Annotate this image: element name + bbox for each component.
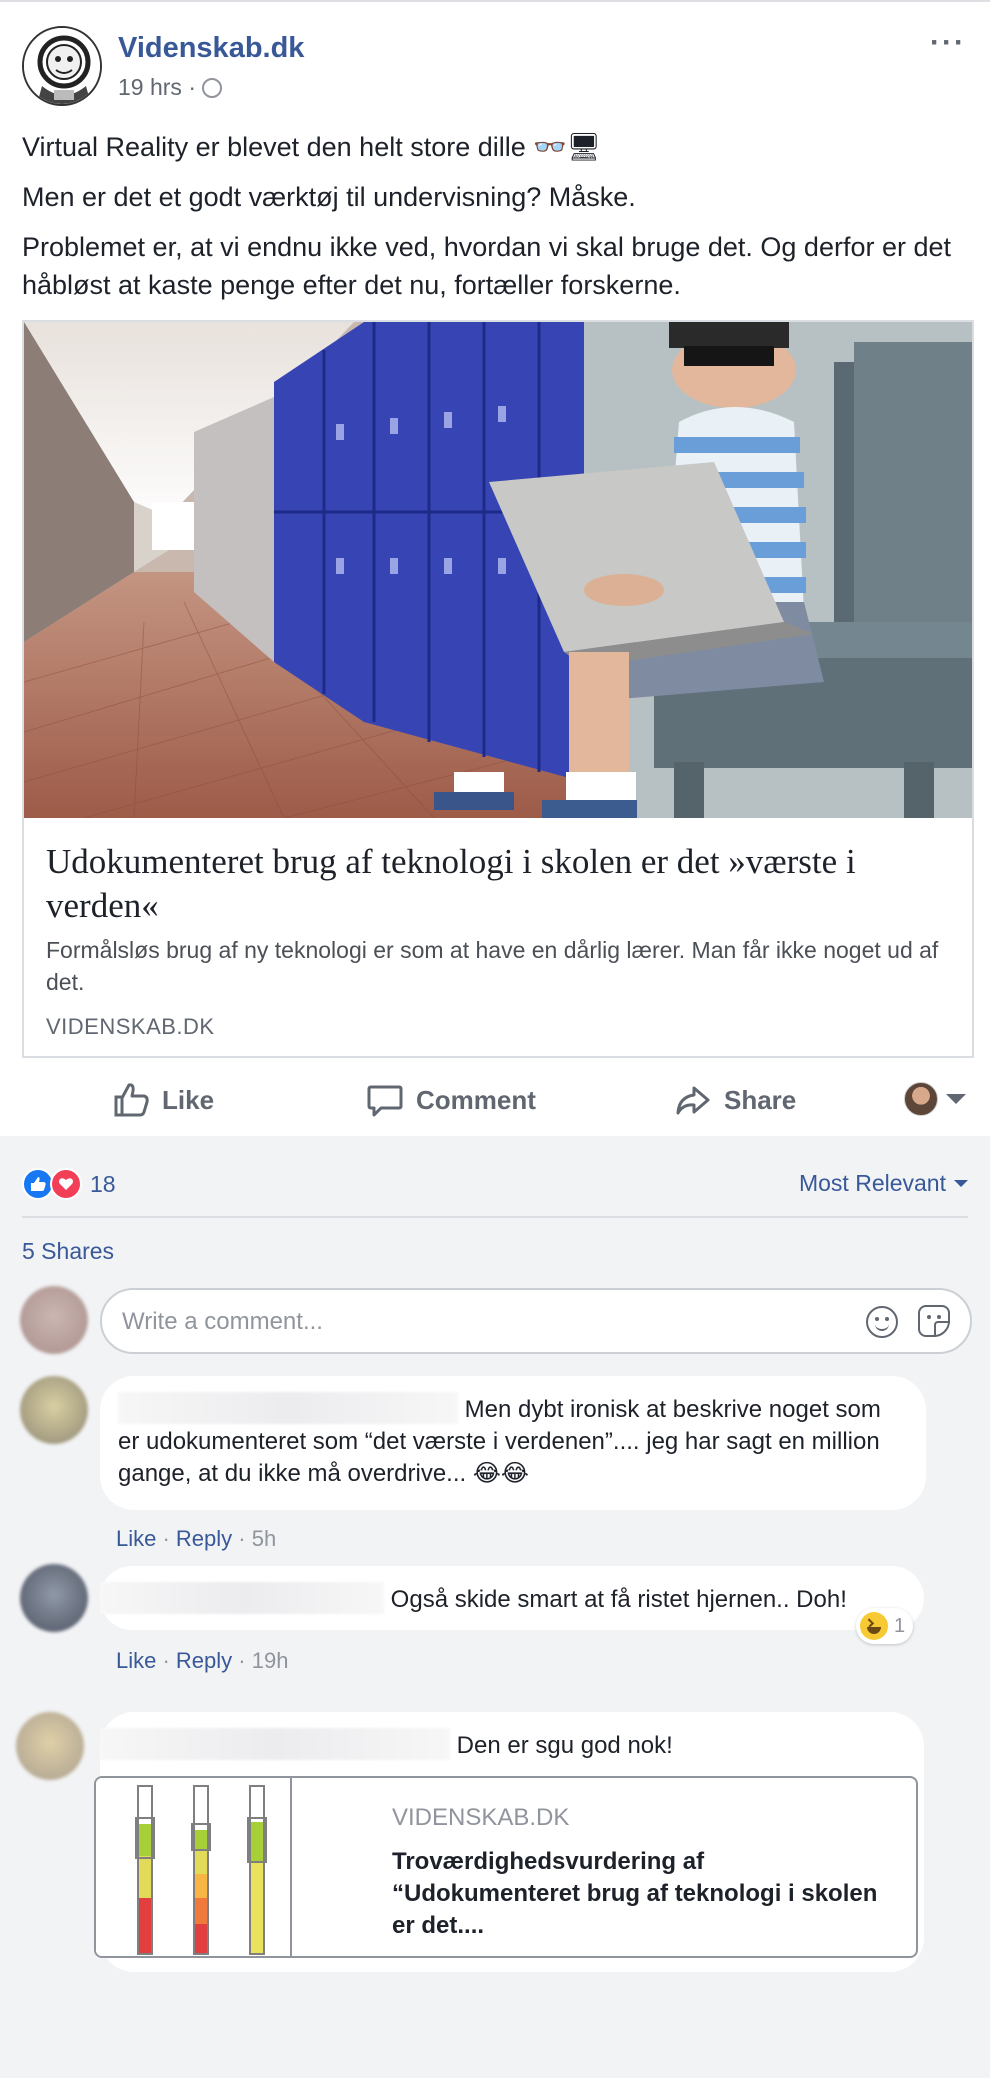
like-button-label: Like: [162, 1084, 215, 1115]
post-text-line-2: Men er det et godt værktøj til undervisn…: [22, 182, 636, 212]
post-as-selector[interactable]: [904, 1082, 966, 1116]
profile-avatar-small: [904, 1082, 938, 1116]
emoji-icon[interactable]: [866, 1306, 898, 1338]
comment-sort-label: Most Relevant: [798, 1170, 946, 1196]
laughing-emoji-icon: [860, 1612, 888, 1640]
comment-reply-link-1[interactable]: Reply: [176, 1526, 232, 1551]
speech-bubble-icon: [367, 1085, 403, 1117]
post-timestamp[interactable]: 19 hrs ·: [118, 74, 222, 101]
comment-2: Også skide smart at få ristet hjernen.. …: [20, 1564, 972, 1704]
post-text-line-3: Problemet er, at vi endnu ikke ved, hvor…: [22, 232, 952, 300]
school-hallway-vr-image: [24, 322, 972, 818]
comment-actions-1: Like · Reply · 5h: [116, 1526, 277, 1551]
comment-input[interactable]: Write a comment...: [100, 1288, 972, 1354]
comment-time-2[interactable]: 19h: [252, 1648, 289, 1673]
chevron-down-icon: [946, 1094, 966, 1104]
comment-3: Den er sgu god nok! VIDENSKAB.DK Troværd…: [16, 1712, 972, 2012]
comment-reaction-summary-2[interactable]: 1: [856, 1608, 914, 1644]
post-time-text: 19 hrs: [118, 74, 182, 100]
thumbs-up-icon: [114, 1083, 149, 1117]
commenter-name-3[interactable]: [100, 1728, 450, 1760]
reaction-count[interactable]: 18: [90, 1171, 116, 1198]
feedback-section: 18 Most Relevant 5 Shares Write a commen…: [0, 1136, 990, 2078]
comment-link-preview[interactable]: VIDENSKAB.DK Troværdighedsvurdering af “…: [94, 1776, 918, 1958]
post-card: Videnskab.dk 19 hrs · ··· Virtual Realit…: [0, 0, 990, 1138]
comment-actions-2: Like · Reply · 19h: [116, 1648, 289, 1673]
like-button[interactable]: Like: [112, 1078, 214, 1122]
comment-time-1[interactable]: 5h: [252, 1526, 276, 1551]
share-button-label: Share: [724, 1084, 797, 1115]
share-button[interactable]: Share: [674, 1078, 796, 1122]
commenter-avatar-2[interactable]: [20, 1564, 88, 1632]
more-options-icon[interactable]: ···: [930, 26, 966, 60]
article-link-card[interactable]: Udokumenteret brug af teknologi i skolen…: [22, 320, 974, 1058]
sticker-icon[interactable]: [918, 1305, 950, 1337]
globe-icon: [202, 78, 222, 98]
feedback-divider: [22, 1216, 968, 1218]
heart-reaction-icon: [50, 1168, 82, 1200]
write-comment-row: Write a comment...: [20, 1286, 972, 1356]
article-description: Formålsløs brug af ny teknologi er som a…: [46, 937, 939, 995]
reactions-summary[interactable]: 18 Most Relevant: [22, 1158, 968, 1210]
comment-like-link-2[interactable]: Like: [116, 1648, 156, 1673]
time-separator: ·: [188, 74, 196, 100]
comment-button[interactable]: Comment: [366, 1078, 536, 1122]
article-domain: VIDENSKAB.DK: [46, 1014, 215, 1039]
post-message: Virtual Reality er blevet den helt store…: [22, 128, 972, 316]
astronaut-logo-icon: [24, 28, 100, 104]
heart-icon: [59, 1178, 73, 1190]
article-link-body[interactable]: Udokumenteret brug af teknologi i skolen…: [24, 818, 972, 1056]
comment-button-label: Comment: [416, 1084, 536, 1115]
commenter-name-2[interactable]: [100, 1582, 384, 1614]
page-name-link[interactable]: Videnskab.dk: [118, 32, 304, 65]
preview-thumbnail: [96, 1778, 292, 1956]
thumbs-up-small-icon: [31, 1177, 46, 1191]
share-arrow-icon: [676, 1086, 710, 1115]
comment-input-placeholder: Write a comment...: [122, 1308, 323, 1335]
shares-count-link[interactable]: 5 Shares: [22, 1238, 114, 1265]
commenter-avatar-1[interactable]: [20, 1376, 88, 1444]
preview-title[interactable]: Troværdighedsvurdering af “Udokumenteret…: [392, 1846, 892, 1942]
credibility-meter-icon: [135, 1785, 267, 1955]
comment-like-link-1[interactable]: Like: [116, 1526, 156, 1551]
article-title[interactable]: Udokumenteret brug af teknologi i skolen…: [46, 840, 956, 928]
comment-text-2: Også skide smart at få ristet hjernen.. …: [390, 1586, 847, 1613]
post-text-line-1: Virtual Reality er blevet den helt store…: [22, 132, 602, 162]
comment-reply-link-2[interactable]: Reply: [176, 1648, 232, 1673]
comment-sort-dropdown[interactable]: Most Relevant: [799, 1170, 968, 1197]
preview-domain: VIDENSKAB.DK: [392, 1804, 570, 1831]
comment-1: Men dybt ironisk at beskrive noget som e…: [20, 1376, 972, 1570]
comment-bubble-2: Også skide smart at få ristet hjernen.. …: [100, 1566, 924, 1630]
comment-text-3: Den er sgu god nok!: [456, 1732, 673, 1759]
sort-chevron-down-icon: [954, 1180, 968, 1187]
comment-reaction-count-2: 1: [894, 1614, 906, 1637]
commenter-name-1[interactable]: [118, 1392, 458, 1424]
comment-bubble-1: Men dybt ironisk at beskrive noget som e…: [100, 1376, 926, 1510]
current-user-avatar[interactable]: [20, 1286, 88, 1354]
page-avatar[interactable]: [22, 26, 102, 106]
commenter-avatar-3[interactable]: [16, 1712, 84, 1780]
post-action-bar: Like Comment Share: [0, 1064, 990, 1138]
article-image[interactable]: [24, 322, 972, 818]
